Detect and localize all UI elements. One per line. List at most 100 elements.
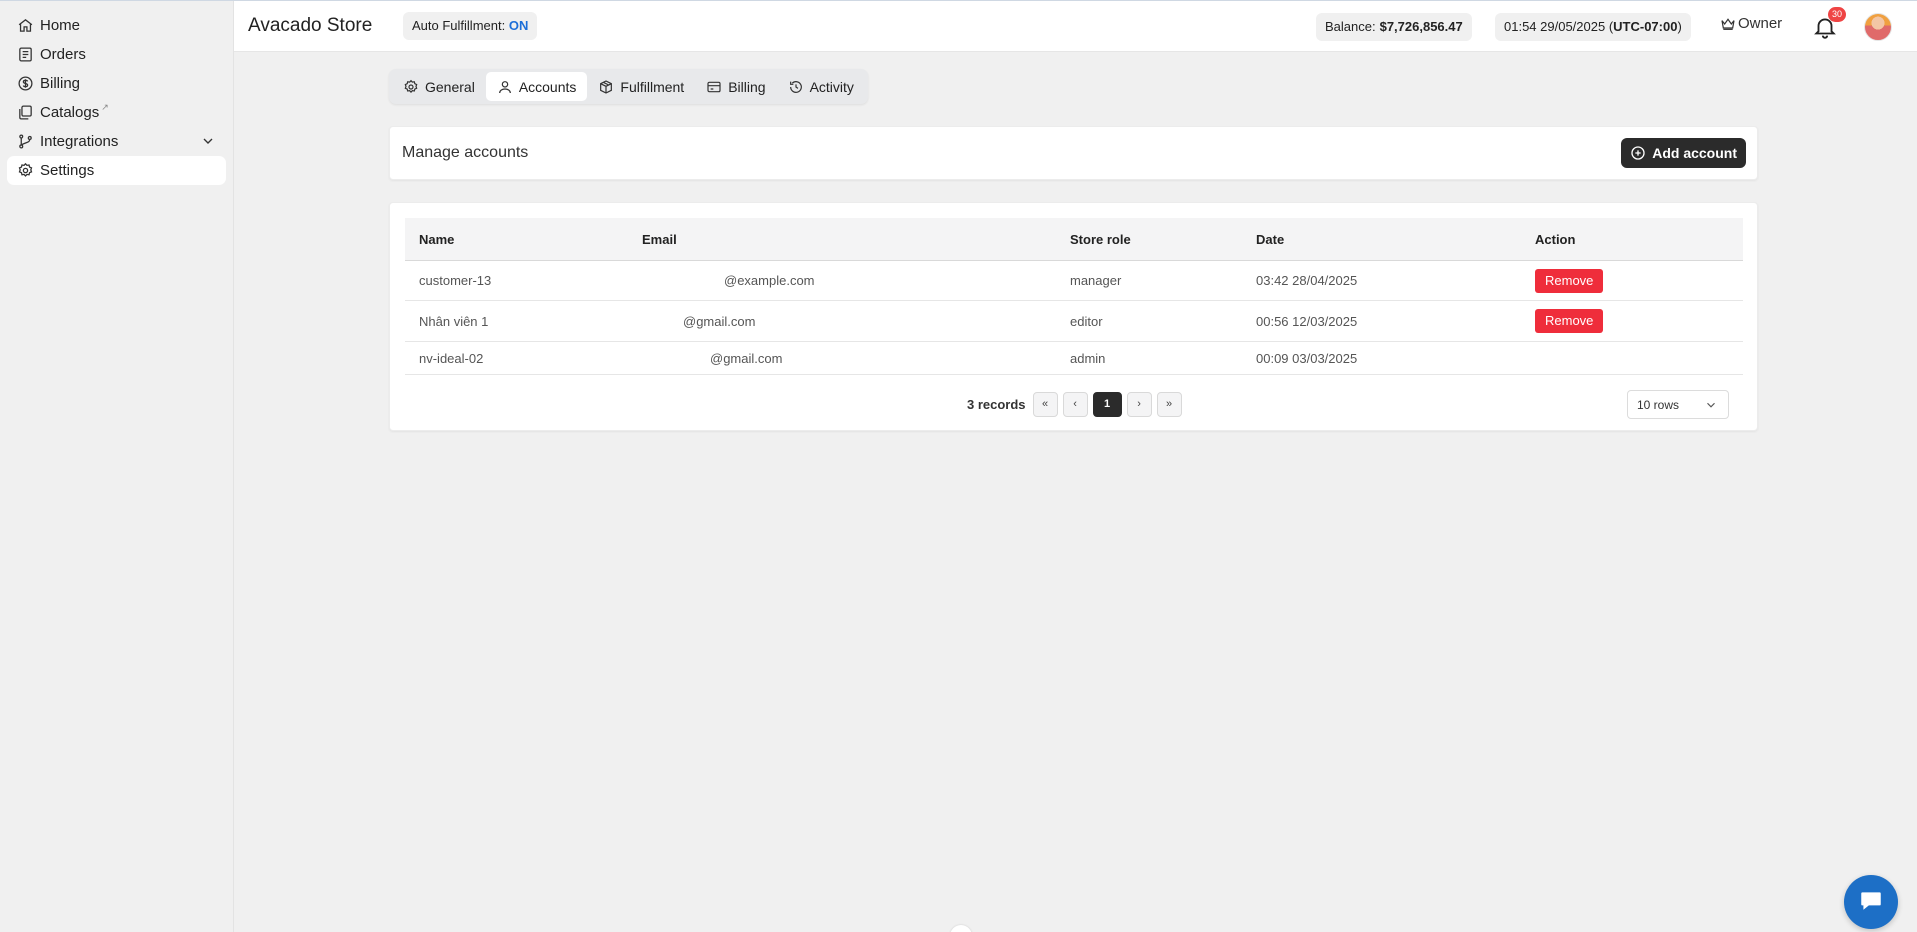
timezone: UTC-07:00 [1613, 19, 1678, 34]
sidebar-item-settings[interactable]: Settings [7, 156, 226, 185]
chevron-down-icon [1704, 398, 1718, 412]
cell-action: Remove [1535, 261, 1604, 300]
git-branch-icon [17, 133, 34, 150]
dollar-circle-icon [17, 75, 34, 92]
remove-button[interactable]: Remove [1535, 309, 1604, 333]
tab-general[interactable]: General [392, 72, 486, 101]
auto-fulfillment-status[interactable]: Auto Fulfillment: ON [403, 12, 538, 40]
crown-icon [1720, 16, 1736, 32]
next-page-button[interactable]: › [1126, 391, 1152, 417]
sidebar-item-label: Integrations [40, 133, 119, 150]
external-link-icon: ↗ [101, 102, 109, 112]
cell-name: nv-ideal-02 [419, 350, 484, 366]
tab-label: Billing [728, 78, 766, 95]
table-header: Name Email Store role Date Action [405, 218, 1743, 261]
table-row: customer-13 @example.com manager 03:42 2… [405, 261, 1743, 301]
column-header-email: Email [642, 231, 677, 247]
cell-date: 00:56 12/03/2025 [1256, 313, 1358, 329]
first-page-button[interactable]: « [1032, 391, 1058, 417]
cell-role: manager [1070, 273, 1122, 288]
balance-display: Balance: $7,726,856.47 [1316, 13, 1472, 41]
page-title: Manage accounts [402, 144, 529, 161]
cell-email: @gmail.com [683, 313, 756, 329]
tab-accounts[interactable]: Accounts [485, 72, 588, 101]
sidebar-item-label: Catalogs [40, 104, 100, 121]
scroll-to-top-handle[interactable] [950, 925, 972, 932]
auto-fulfillment-label: Auto Fulfillment: [412, 18, 506, 33]
column-header-store-role: Store role [1070, 231, 1131, 247]
balance-label: Balance: [1325, 19, 1376, 34]
sidebar: Home Orders Billing Catalogs ↗ Integrati… [0, 1, 234, 932]
catalog-icon [17, 104, 34, 121]
tab-fulfillment[interactable]: Fulfillment [587, 72, 695, 101]
box-icon [598, 79, 614, 95]
store-title: Avacado Store [248, 15, 373, 36]
sidebar-item-label: Orders [40, 46, 86, 63]
tab-label: Activity [809, 78, 854, 95]
records-count: 3 records [967, 396, 1026, 412]
avatar[interactable] [1864, 13, 1892, 41]
sidebar-item-label: Settings [40, 162, 95, 179]
top-header: Avacado Store Auto Fulfillment: ON Balan… [234, 1, 1917, 52]
gear-icon [403, 79, 419, 95]
manage-accounts-card: Manage accounts Add account [389, 126, 1758, 180]
app-root: Home Orders Billing Catalogs ↗ Integrati… [0, 0, 1917, 932]
balance-value: $7,726,856.47 [1379, 19, 1463, 34]
chevron-down-icon[interactable] [200, 133, 216, 149]
current-page-button[interactable]: 1 [1092, 391, 1122, 417]
cell-action: Remove [1535, 301, 1604, 341]
credit-card-icon [706, 79, 722, 95]
time-close: ) [1677, 19, 1682, 34]
user-icon [497, 79, 513, 95]
sidebar-item-integrations[interactable]: Integrations [7, 127, 226, 156]
home-icon [17, 17, 34, 34]
rows-per-page-value: 10 rows [1637, 397, 1680, 412]
chat-support-button[interactable] [1844, 875, 1898, 929]
gear-icon [17, 162, 34, 179]
cell-date: 00:09 03/03/2025 [1256, 350, 1358, 366]
tab-billing[interactable]: Billing [695, 72, 776, 101]
bell-icon [1812, 18, 1838, 44]
sidebar-item-home[interactable]: Home [7, 11, 226, 40]
clock-display: 01:54 29/05/2025 (UTC-07:00) [1495, 13, 1691, 41]
cell-role: editor [1070, 313, 1103, 329]
remove-button[interactable]: Remove [1535, 268, 1604, 293]
role-label: Owner [1738, 15, 1783, 32]
table-row: nv-ideal-02 @gmail.com admin 00:09 03/03… [405, 342, 1743, 375]
pagination: 3 records « ‹ 1 › » [967, 391, 1182, 417]
notification-count-badge: 30 [1828, 7, 1846, 22]
cell-name: customer-13 [419, 273, 492, 288]
column-header-name: Name [419, 231, 455, 247]
tab-activity[interactable]: Activity [777, 72, 865, 101]
last-page-button[interactable]: » [1156, 391, 1182, 417]
time-text: 01:54 29/05/2025 ( [1504, 19, 1614, 34]
accounts-table-card: Name Email Store role Date Action custom… [389, 202, 1758, 431]
previous-page-button[interactable]: ‹ [1062, 391, 1088, 417]
rows-per-page-select[interactable]: 10 rows [1627, 390, 1729, 419]
tab-label: Accounts [518, 78, 577, 95]
sidebar-item-label: Billing [40, 75, 81, 92]
add-account-label: Add account [1652, 145, 1737, 161]
tab-label: General [425, 78, 475, 95]
sidebar-item-orders[interactable]: Orders [7, 40, 226, 69]
sidebar-item-billing[interactable]: Billing [7, 69, 226, 98]
cell-name: Nhân viên 1 [419, 313, 489, 329]
history-icon [788, 79, 804, 95]
role-indicator: Owner [1720, 15, 1782, 32]
accounts-table: Name Email Store role Date Action custom… [405, 218, 1743, 375]
sidebar-item-catalogs[interactable]: Catalogs ↗ [7, 98, 226, 127]
plus-circle-icon [1630, 145, 1646, 161]
tab-label: Fulfillment [620, 78, 685, 95]
table-row: Nhân viên 1 @gmail.com editor 00:56 12/0… [405, 301, 1743, 342]
cell-email: @gmail.com [710, 350, 783, 366]
sidebar-item-label: Home [40, 17, 81, 34]
column-header-date: Date [1256, 231, 1285, 247]
cell-role: admin [1070, 350, 1106, 366]
orders-icon [17, 46, 34, 63]
add-account-button[interactable]: Add account [1621, 138, 1746, 168]
column-header-action: Action [1535, 231, 1576, 247]
cell-date: 03:42 28/04/2025 [1256, 273, 1358, 288]
settings-tabs: General Accounts Fulfillment Billing Act… [389, 69, 868, 104]
chat-bubble-icon [1858, 887, 1884, 918]
auto-fulfillment-value: ON [508, 18, 529, 33]
